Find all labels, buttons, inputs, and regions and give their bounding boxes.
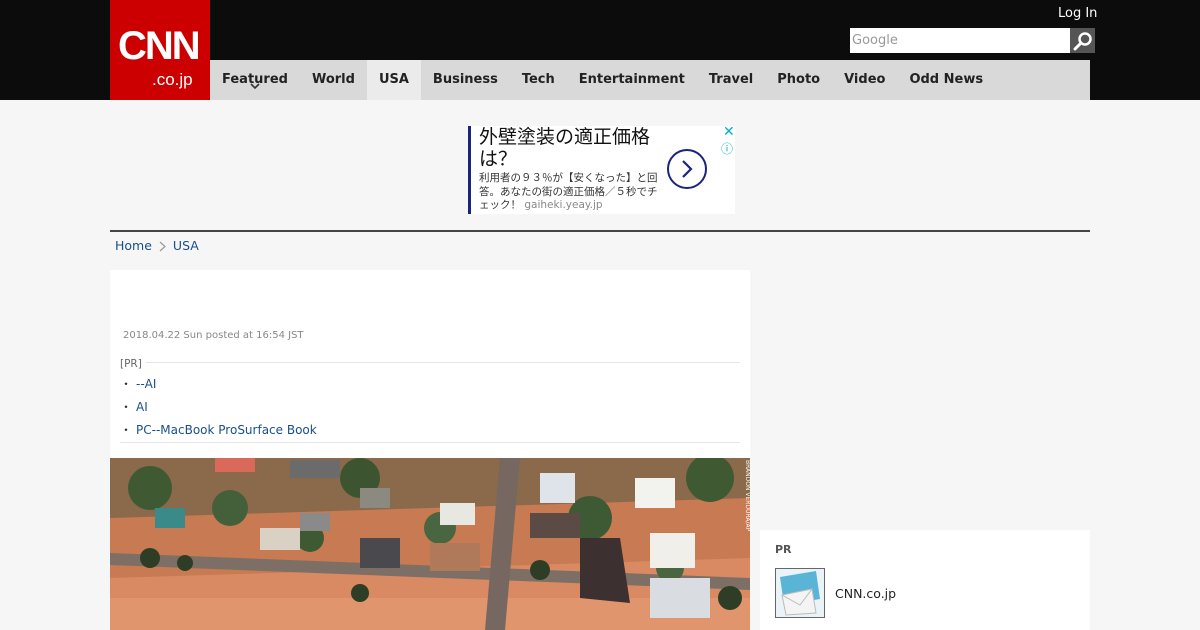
nav-item-world[interactable]: World bbox=[300, 60, 367, 100]
section-divider bbox=[110, 230, 1090, 232]
nav-item-label: Odd News bbox=[909, 72, 984, 87]
search-input[interactable] bbox=[850, 28, 1070, 53]
nav-item-odd-news[interactable]: Odd News bbox=[897, 60, 995, 100]
nav-item-label: Video bbox=[844, 72, 886, 87]
chevron-down-icon bbox=[250, 83, 260, 90]
nav-item-label: World bbox=[311, 72, 355, 87]
pr-link[interactable]: PC--MacBook ProSurface Book bbox=[136, 423, 317, 437]
ad-open-button[interactable] bbox=[667, 149, 707, 189]
nav-item-label: Travel bbox=[708, 72, 754, 87]
pr-divider bbox=[120, 362, 740, 363]
nav-item-video[interactable]: Video bbox=[832, 60, 897, 100]
search-button[interactable] bbox=[1070, 28, 1095, 53]
bullet: ・ bbox=[120, 400, 133, 414]
search-icon bbox=[1073, 31, 1092, 50]
sidebar-thumbnail[interactable] bbox=[775, 568, 825, 618]
nav-item-photo[interactable]: Photo bbox=[765, 60, 832, 100]
nav-item-label: Photo bbox=[777, 72, 821, 87]
ad-headline[interactable]: 外壁塗装の適正価格は？ bbox=[479, 126, 659, 170]
sidebar-pr-label: PR bbox=[775, 543, 792, 556]
nav-item-business[interactable]: Business bbox=[421, 60, 510, 100]
breadcrumb-current[interactable]: USA bbox=[173, 238, 199, 254]
list-item: ・ AI bbox=[120, 396, 317, 419]
bullet: ・ bbox=[120, 377, 133, 391]
pr-link[interactable]: AI bbox=[136, 400, 148, 414]
chevron-right-icon bbox=[682, 160, 693, 178]
sidebar-link[interactable]: CNN.co.jp bbox=[835, 586, 896, 602]
bullet: ・ bbox=[120, 423, 133, 437]
post-date: 2018.04.22 Sun posted at 16:54 JST bbox=[123, 330, 304, 341]
main-nav: Featured World USA Business Tech Enterta… bbox=[210, 60, 1090, 100]
envelope-icon bbox=[780, 571, 820, 616]
ad-close-icon[interactable]: ✕ bbox=[723, 124, 735, 140]
sidebar-pr-card: PR CNN.co.jp bbox=[760, 530, 1090, 630]
list-item: ・ PC--MacBook ProSurface Book bbox=[120, 419, 317, 442]
nav-item-usa[interactable]: USA bbox=[366, 60, 421, 100]
nav-item-tech[interactable]: Tech bbox=[510, 60, 567, 100]
photo-credit: BRANDON VERDURA/AP bbox=[744, 460, 751, 532]
nav-item-featured[interactable]: Featured bbox=[210, 60, 300, 100]
article-card: 2018.04.22 Sun posted at 16:54 JST [PR] … bbox=[110, 270, 750, 630]
nav-item-label: Business bbox=[432, 72, 498, 87]
list-item: ・ --AI bbox=[120, 373, 317, 396]
nav-item-label: Entertainment bbox=[578, 72, 685, 87]
breadcrumb-home[interactable]: Home bbox=[115, 238, 152, 254]
pr-link[interactable]: --AI bbox=[136, 377, 156, 391]
breadcrumb: Home USA bbox=[115, 238, 199, 254]
article-photo bbox=[110, 458, 750, 630]
logo-brand: CNN bbox=[118, 24, 201, 68]
nav-item-entertainment[interactable]: Entertainment bbox=[567, 60, 697, 100]
pr-divider bbox=[120, 442, 740, 443]
ad-body: 利用者の９３％が【安くなった】と回答。あなたの街の適正価格／５秒でチェック！ g… bbox=[479, 172, 663, 213]
nav-item-label: USA bbox=[378, 72, 409, 87]
pr-list: ・ --AI ・ AI ・ PC--MacBook ProSurface Book bbox=[120, 373, 317, 442]
logo-sub: .co.jp bbox=[152, 70, 193, 89]
login-link[interactable]: Log In bbox=[1058, 5, 1097, 23]
ad-info-icon[interactable]: ⓘ bbox=[721, 142, 733, 156]
pr-label: [PR] bbox=[120, 358, 146, 371]
cnn-logo[interactable]: CNN .co.jp bbox=[110, 0, 210, 100]
chevron-right-icon bbox=[159, 241, 166, 252]
ad-banner[interactable]: 外壁塗装の適正価格は？ 利用者の９３％が【安くなった】と回答。あなたの街の適正価… bbox=[468, 124, 735, 214]
ad-domain: gaiheki.yeay.jp bbox=[524, 199, 603, 211]
nav-item-travel[interactable]: Travel bbox=[697, 60, 765, 100]
nav-item-label: Tech bbox=[521, 72, 555, 87]
